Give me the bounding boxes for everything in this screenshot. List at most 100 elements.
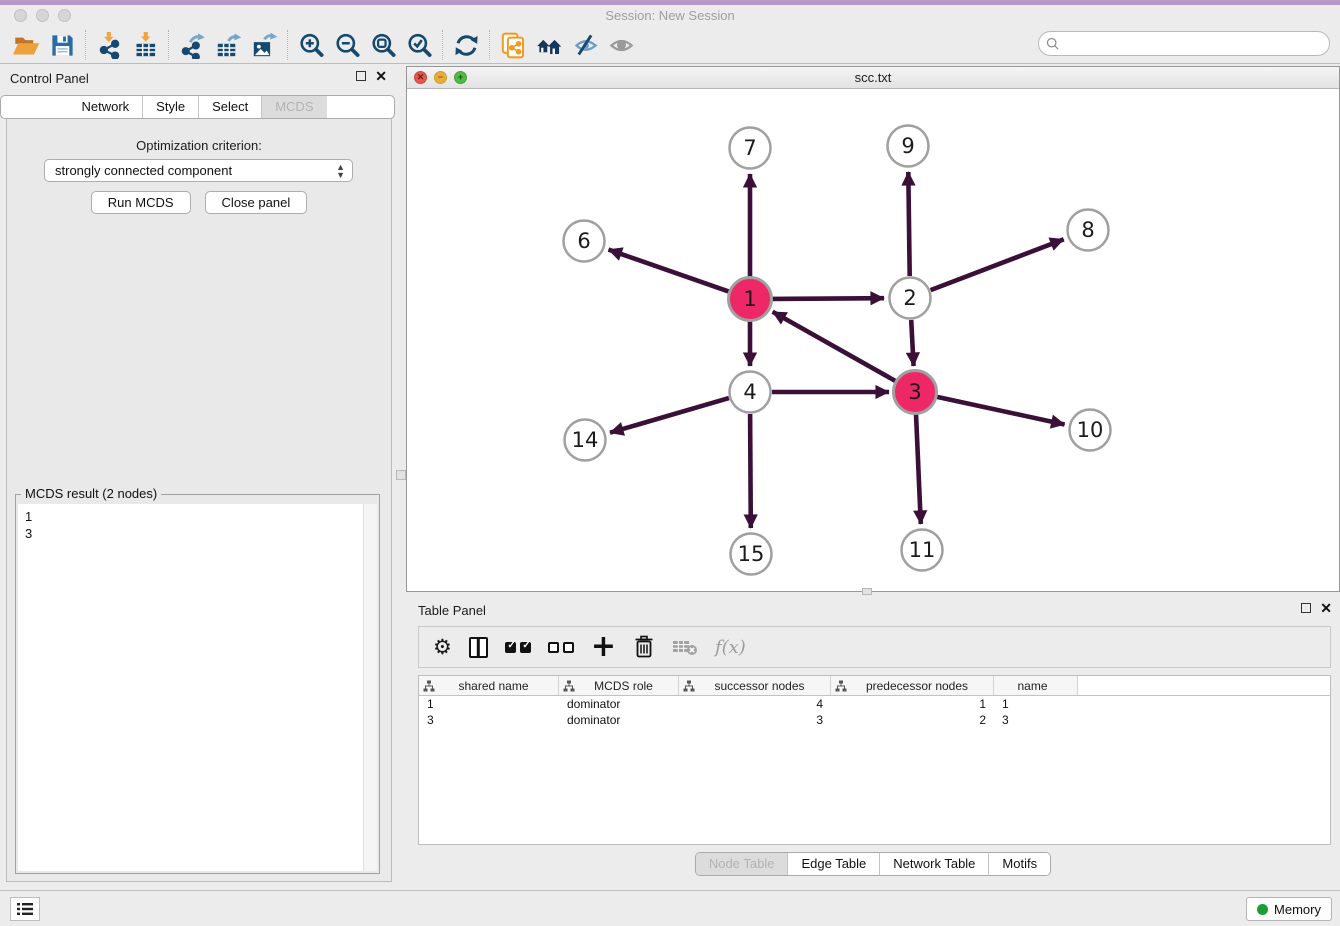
- clone-network-button[interactable]: [495, 29, 531, 61]
- column-header-predecessor-nodes[interactable]: predecessor nodes: [831, 676, 994, 695]
- graph-node-10[interactable]: 10: [1070, 410, 1111, 451]
- window-controls[interactable]: [14, 9, 71, 22]
- table-settings-button[interactable]: ⚙: [433, 632, 452, 662]
- result-scrollbar[interactable]: [363, 504, 377, 871]
- tab-motifs[interactable]: Motifs: [988, 853, 1050, 875]
- zoom-in-button[interactable]: [293, 29, 329, 61]
- deselect-all-button[interactable]: [548, 632, 574, 662]
- network-canvas[interactable]: 7 9 6 8 1 2 4 3 14 10 15 11: [407, 90, 1339, 591]
- refresh-layout-button[interactable]: [448, 29, 484, 61]
- graph-edge-3-10[interactable]: [937, 397, 1065, 425]
- graph-node-1[interactable]: 1: [729, 278, 772, 321]
- import-table-button[interactable]: [127, 29, 163, 61]
- split-panel-button[interactable]: [469, 632, 488, 662]
- close-panel-button[interactable]: Close panel: [205, 191, 308, 214]
- delete-column-button[interactable]: [633, 632, 655, 662]
- cell-shared-name[interactable]: 1: [419, 697, 559, 711]
- float-panel-icon[interactable]: [356, 71, 366, 81]
- close-table-panel-icon[interactable]: ✕: [1320, 603, 1332, 613]
- export-table-button[interactable]: [210, 29, 246, 61]
- eye-slash-icon: [572, 32, 599, 59]
- delete-table-button[interactable]: [672, 632, 698, 662]
- graph-node-11[interactable]: 11: [902, 530, 943, 571]
- graph-node-6[interactable]: 6: [564, 221, 605, 262]
- graph-edge-1-6[interactable]: [609, 250, 730, 292]
- open-session-button[interactable]: [8, 29, 44, 61]
- cell-mcds-role[interactable]: dominator: [559, 713, 679, 727]
- search-field[interactable]: [1038, 31, 1330, 56]
- zoom-selected-button[interactable]: [401, 29, 437, 61]
- zoom-out-button[interactable]: [329, 29, 365, 61]
- float-table-panel-icon[interactable]: [1301, 603, 1311, 613]
- horizontal-splitter-handle[interactable]: [862, 588, 872, 595]
- graph-node-15[interactable]: 15: [731, 534, 772, 575]
- export-image-button[interactable]: [246, 29, 282, 61]
- vertical-splitter-handle[interactable]: [396, 470, 406, 480]
- tab-node-table[interactable]: Node Table: [696, 853, 788, 875]
- table-row[interactable]: 1 dominator 4 1 1: [419, 696, 1330, 712]
- run-mcds-button[interactable]: Run MCDS: [91, 191, 191, 214]
- hide-panels-button[interactable]: [567, 29, 603, 61]
- go-home-button[interactable]: [531, 29, 567, 61]
- column-header-name[interactable]: name: [994, 676, 1078, 695]
- apply-function-button[interactable]: f(x): [715, 632, 746, 662]
- graph-edge-4-15[interactable]: [750, 414, 751, 528]
- graph-edge-3-1[interactable]: [773, 312, 896, 381]
- graph-node-9[interactable]: 9: [888, 126, 929, 167]
- cell-mcds-role[interactable]: dominator: [559, 697, 679, 711]
- graph-edge-2-3[interactable]: [911, 320, 913, 366]
- cell-name[interactable]: 1: [994, 697, 1078, 711]
- network-graph[interactable]: 7 9 6 8 1 2 4 3 14 10 15 11: [407, 90, 1339, 591]
- network-window-titlebar[interactable]: ✕ − + scc.txt: [407, 67, 1339, 89]
- search-input[interactable]: [1060, 36, 1329, 51]
- tab-network[interactable]: Network: [68, 96, 142, 118]
- table-row[interactable]: 3 dominator 3 2 3: [419, 712, 1330, 728]
- graph-node-3[interactable]: 3: [894, 371, 937, 414]
- close-window-button[interactable]: [14, 9, 27, 22]
- graph-edge-1-2[interactable]: [772, 298, 884, 299]
- add-column-button[interactable]: +: [591, 632, 616, 662]
- save-session-button[interactable]: [44, 29, 80, 61]
- graph-edge-2-9[interactable]: [908, 172, 909, 276]
- graph-node-7[interactable]: 7: [730, 128, 771, 169]
- close-view-button[interactable]: ✕: [414, 71, 427, 84]
- tab-style[interactable]: Style: [142, 96, 198, 118]
- zoom-fit-button[interactable]: [365, 29, 401, 61]
- mcds-result-list[interactable]: 1 3: [18, 504, 377, 871]
- zoom-window-button[interactable]: [58, 9, 71, 22]
- import-network-button[interactable]: [91, 29, 127, 61]
- minimize-window-button[interactable]: [36, 9, 49, 22]
- show-panels-button[interactable]: [603, 29, 639, 61]
- cell-successor-nodes[interactable]: 4: [679, 697, 831, 711]
- column-header-shared-name[interactable]: shared name: [419, 676, 559, 695]
- select-all-button[interactable]: [505, 632, 531, 662]
- graph-edge-4-14[interactable]: [610, 398, 729, 433]
- cell-shared-name[interactable]: 3: [419, 713, 559, 727]
- cell-name[interactable]: 3: [994, 713, 1078, 727]
- graph-node-2[interactable]: 2: [890, 278, 931, 319]
- column-header-mcds-role[interactable]: MCDS role: [559, 676, 679, 695]
- memory-button[interactable]: Memory: [1246, 897, 1332, 921]
- column-header-successor-nodes[interactable]: successor nodes: [679, 676, 831, 695]
- graph-node-8[interactable]: 8: [1068, 210, 1109, 251]
- cell-predecessor-nodes[interactable]: 2: [831, 713, 994, 727]
- tab-network-table[interactable]: Network Table: [879, 853, 988, 875]
- tab-edge-table[interactable]: Edge Table: [787, 853, 879, 875]
- maximize-view-button[interactable]: +: [454, 71, 467, 84]
- control-panel-header: Control Panel ✕: [0, 64, 395, 92]
- memory-status-icon: [1257, 904, 1268, 915]
- minimize-view-button[interactable]: −: [434, 71, 447, 84]
- graph-edge-2-8[interactable]: [931, 239, 1064, 290]
- export-network-button[interactable]: [174, 29, 210, 61]
- tab-select[interactable]: Select: [198, 96, 261, 118]
- tab-mcds[interactable]: MCDS: [261, 96, 326, 118]
- graph-node-14[interactable]: 14: [565, 420, 606, 461]
- criterion-dropdown[interactable]: strongly connected component ▲▼: [44, 159, 353, 182]
- show-tasks-button[interactable]: [10, 897, 40, 921]
- cell-predecessor-nodes[interactable]: 1: [831, 697, 994, 711]
- graph-node-4[interactable]: 4: [730, 372, 771, 413]
- application-window: Session: New Session: [0, 0, 1340, 926]
- graph-edge-3-11[interactable]: [916, 414, 921, 524]
- cell-successor-nodes[interactable]: 3: [679, 713, 831, 727]
- close-panel-icon[interactable]: ✕: [375, 71, 387, 81]
